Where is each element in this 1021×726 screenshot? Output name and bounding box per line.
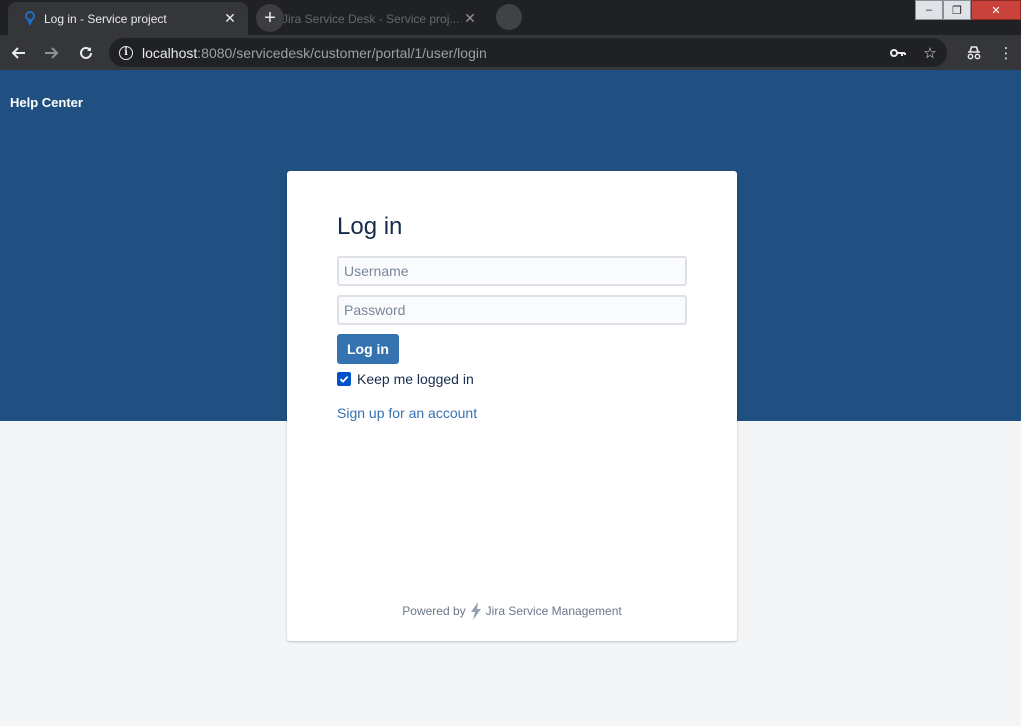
signup-link[interactable]: Sign up for an account [337, 405, 477, 421]
login-button[interactable]: Log in [337, 334, 399, 364]
back-arrow-icon[interactable] [2, 37, 34, 69]
plus-icon[interactable]: + [256, 4, 284, 32]
powered-by-footer: Powered by Jira Service Management [287, 602, 737, 620]
reload-icon[interactable] [70, 37, 102, 69]
keep-logged-in-checkbox[interactable] [337, 372, 351, 386]
forward-arrow-icon[interactable] [36, 37, 68, 69]
incognito-icon[interactable] [965, 45, 983, 60]
info-icon[interactable]: i [119, 45, 133, 60]
address-bar[interactable]: i localhost :8080/servicedesk/customer/p… [109, 38, 947, 67]
keep-logged-in-label: Keep me logged in [357, 371, 474, 387]
omnibox-actions: ☆ [889, 38, 939, 67]
browser-tab-inactive[interactable]: Jira Service Desk - Service proj... ✕ [258, 2, 488, 35]
keep-logged-in-row[interactable]: Keep me logged in [337, 371, 474, 387]
browser-toolbar: i localhost :8080/servicedesk/customer/p… [0, 35, 1021, 70]
browser-tabstrip: Jira Service Desk - Service proj... ✕ Lo… [0, 0, 1021, 35]
bolt-icon [469, 602, 483, 620]
close-icon[interactable]: ✕ [462, 10, 478, 27]
window-close-button[interactable]: ✕ [971, 0, 1021, 20]
browser-tab-active[interactable]: Log in - Service project ✕ [8, 2, 248, 35]
close-icon[interactable]: ✕ [222, 10, 238, 27]
help-center-link[interactable]: Help Center [10, 95, 83, 110]
password-input[interactable] [337, 295, 687, 325]
url-host: localhost [142, 44, 198, 61]
powered-by-label: Powered by [402, 604, 466, 618]
page-title: Log in [337, 213, 403, 240]
star-icon[interactable]: ☆ [921, 44, 939, 62]
tab-title: Jira Service Desk - Service proj... [282, 11, 460, 26]
checkmark-icon [339, 375, 349, 383]
url-path: :8080/servicedesk/customer/portal/1/user… [197, 44, 487, 61]
window-controls: – ❐ ✕ [915, 0, 1021, 20]
menu-dots-icon[interactable]: ⋮ [997, 44, 1015, 62]
key-icon[interactable] [889, 48, 907, 58]
username-input[interactable] [337, 256, 687, 286]
product-name: Jira Service Management [485, 604, 622, 618]
restore-button[interactable]: ❐ [943, 0, 971, 20]
tab-title: Log in - Service project [44, 11, 167, 26]
toolbar-right: ⋮ [965, 35, 1015, 70]
new-tab-ghost [496, 4, 522, 30]
jira-favicon-icon [22, 10, 38, 27]
login-card: Log in Log in Keep me logged in Sign up … [287, 171, 737, 641]
minimize-button[interactable]: – [915, 0, 943, 20]
